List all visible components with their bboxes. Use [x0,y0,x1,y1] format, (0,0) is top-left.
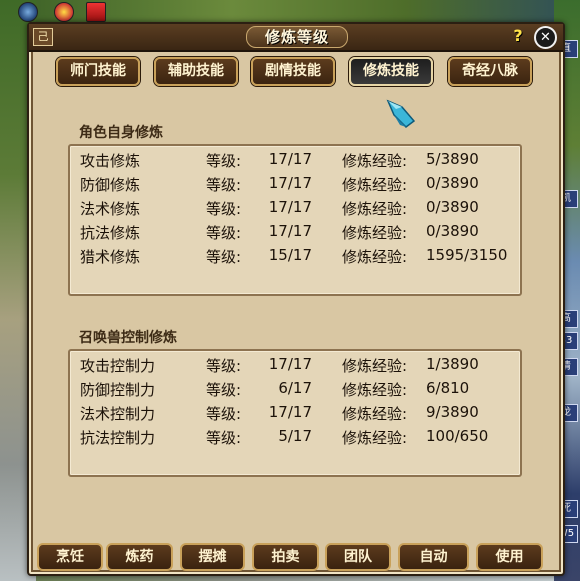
character-cultivation-row[interactable]: 猎术修炼 等级: 15/17 修炼经验: 1595/3150 [80,246,510,270]
character-cultivation-name: 猎术修炼 [80,248,141,266]
skill-tab-0[interactable]: 师门技能 [56,57,140,86]
exp-value: 0/3890 [426,198,479,216]
level-value: 15/17 [268,246,312,264]
exp-value: 6/810 [426,379,470,397]
level-label: 等级: [206,405,242,423]
level-value: 17/17 [268,403,312,421]
exp-label: 修炼经验: [342,152,408,170]
skill-tab-3[interactable]: 修炼技能 [349,57,433,86]
pet-control-row[interactable]: 攻击控制力 等级: 17/17 修炼经验: 1/3890 [80,355,510,379]
pet-control-name: 防御控制力 [80,381,156,399]
crystal-gem-icon [386,99,416,128]
bottom-button-4[interactable]: 团队 [325,543,391,571]
hud-status-icon[interactable] [54,2,74,22]
level-label: 等级: [206,429,242,447]
exp-label: 修炼经验: [342,357,408,375]
bottom-button-2[interactable]: 摆摊 [180,543,245,571]
bottom-button-3[interactable]: 拍卖 [252,543,319,571]
skill-tab-2[interactable]: 剧情技能 [251,57,335,86]
exp-label: 修炼经验: [342,381,408,399]
window-menu-button[interactable]: 己 [33,28,53,46]
exp-label: 修炼经验: [342,405,408,423]
pet-control-name: 法术控制力 [80,405,156,423]
exp-value: 100/650 [426,427,489,445]
level-label: 等级: [206,200,242,218]
bottom-button-6[interactable]: 使用 [476,543,543,571]
level-value: 5/17 [278,427,312,445]
level-value: 6/17 [278,379,312,397]
level-label: 等级: [206,224,242,242]
level-label: 等级: [206,176,242,194]
hud-globe-icon[interactable] [18,2,38,22]
pet-control-row[interactable]: 抗法控制力 等级: 5/17 修炼经验: 100/650 [80,427,510,451]
exp-value: 1595/3150 [426,246,508,264]
level-label: 等级: [206,152,242,170]
exp-value: 0/3890 [426,174,479,192]
exp-label: 修炼经验: [342,224,408,242]
exp-value: 5/3890 [426,150,479,168]
exp-value: 0/3890 [426,222,479,240]
level-label: 等级: [206,381,242,399]
character-cultivation-name: 防御修炼 [80,176,141,194]
bottom-button-5[interactable]: 自动 [398,543,469,571]
pet-control-row[interactable]: 法术控制力 等级: 17/17 修炼经验: 9/3890 [80,403,510,427]
hud-mail-icon[interactable] [86,2,106,22]
bottom-button-0[interactable]: 烹饪 [37,543,103,571]
cultivation-level-window: 己 修炼等级 ? ✕ 师门技能 辅助技能 剧情技能 修炼技能 奇经八脉 角色自身… [27,22,565,576]
character-cultivation-row[interactable]: 法术修炼 等级: 17/17 修炼经验: 0/3890 [80,198,510,222]
title-plate: 修炼等级 [246,26,348,48]
level-value: 17/17 [268,222,312,240]
character-cultivation-name: 攻击修炼 [80,152,141,170]
exp-label: 修炼经验: [342,200,408,218]
character-cultivation-row[interactable]: 防御修炼 等级: 17/17 修炼经验: 0/3890 [80,174,510,198]
pet-control-name: 攻击控制力 [80,357,156,375]
pet-section-title: 召唤兽控制修炼 [79,330,177,346]
skill-tab-4[interactable]: 奇经八脉 [448,57,532,86]
level-label: 等级: [206,248,242,266]
skill-tab-1[interactable]: 辅助技能 [154,57,238,86]
level-label: 等级: [206,357,242,375]
help-button[interactable]: ? [511,27,525,45]
exp-value: 1/3890 [426,355,479,373]
exp-value: 9/3890 [426,403,479,421]
level-value: 17/17 [268,198,312,216]
character-cultivation-name: 法术修炼 [80,200,141,218]
level-value: 17/17 [268,174,312,192]
character-cultivation-box: 攻击修炼 等级: 17/17 修炼经验: 5/3890 防御修炼 等级: 17/17 修炼经验:… [68,144,522,296]
pet-control-row[interactable]: 防御控制力 等级: 6/17 修炼经验: 6/810 [80,379,510,403]
level-value: 17/17 [268,150,312,168]
character-cultivation-name: 抗法修炼 [80,224,141,242]
level-value: 17/17 [268,355,312,373]
character-cultivation-row[interactable]: 抗法修炼 等级: 17/17 修炼经验: 0/3890 [80,222,510,246]
window-title: 修炼等级 [264,28,329,46]
exp-label: 修炼经验: [342,248,408,266]
title-bar[interactable]: 己 修炼等级 ? ✕ [29,24,563,52]
bottom-button-1[interactable]: 炼药 [106,543,173,571]
character-cultivation-row[interactable]: 攻击修炼 等级: 17/17 修炼经验: 5/3890 [80,150,510,174]
pet-control-name: 抗法控制力 [80,429,156,447]
exp-label: 修炼经验: [342,176,408,194]
pet-cultivation-box: 攻击控制力 等级: 17/17 修炼经验: 1/3890 防御控制力 等级: 6/17 修炼经验… [68,349,522,477]
exp-label: 修炼经验: [342,429,408,447]
character-section-title: 角色自身修炼 [79,125,163,141]
close-button[interactable]: ✕ [534,26,557,49]
